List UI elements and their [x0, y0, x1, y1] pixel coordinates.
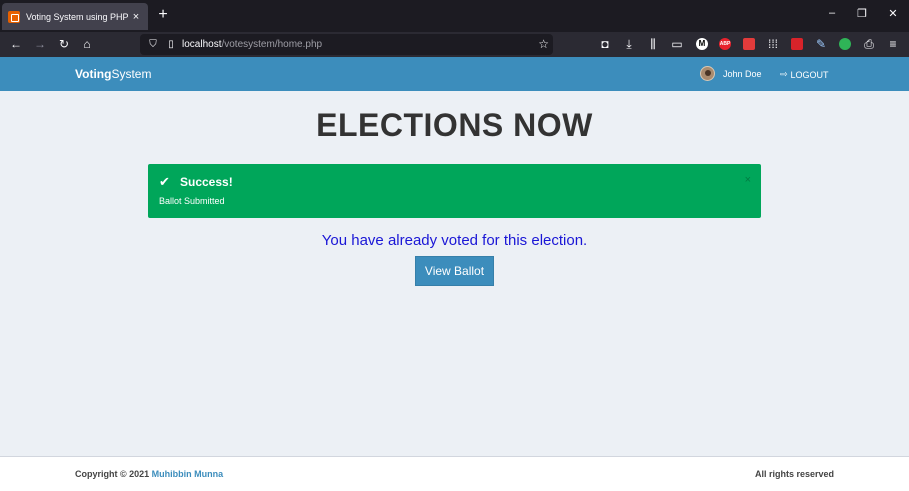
- forward-icon[interactable]: →: [33, 37, 47, 51]
- tab-title: Voting System using PHP: [26, 11, 129, 22]
- author-link[interactable]: Muhibbin Munna: [152, 469, 223, 479]
- url-bar[interactable]: ⛉ ▯ localhost/votesystem/home.php ☆: [140, 34, 553, 55]
- sidebar-icon[interactable]: ▭: [670, 37, 684, 51]
- url-path: /votesystem/home.php: [221, 39, 323, 50]
- close-window-button[interactable]: ✕: [883, 7, 903, 20]
- url-host: localhost: [182, 39, 222, 50]
- browser-tab[interactable]: Voting System using PHP ×: [2, 3, 148, 30]
- red-extension-icon[interactable]: [791, 38, 803, 50]
- check-icon: ✔: [159, 174, 170, 189]
- bookmark-star-icon[interactable]: ☆: [538, 37, 549, 51]
- browser-toolbar: ← → ↻ ⌂ ⛉ ▯ localhost/votesystem/home.ph…: [0, 32, 909, 57]
- m-extension-icon[interactable]: M: [696, 38, 708, 50]
- alert-message: Ballot Submitted: [159, 196, 225, 206]
- new-tab-button[interactable]: +: [154, 6, 172, 24]
- maximize-button[interactable]: ❐: [852, 7, 872, 20]
- downloads-icon[interactable]: ⤓: [622, 37, 636, 51]
- copyright-prefix: Copyright © 2021: [75, 469, 150, 479]
- grid-extension-icon[interactable]: ⁞⁞⁞: [766, 37, 780, 51]
- copyright: Copyright © 2021 Muhibbin Munna: [75, 469, 223, 479]
- footer: Copyright © 2021 Muhibbin Munna All righ…: [0, 456, 909, 491]
- logout-icon: ⇨: [780, 69, 788, 79]
- alert-close-button[interactable]: ×: [745, 174, 751, 186]
- menu-icon[interactable]: ≡: [886, 37, 900, 51]
- alert-title: Success!: [180, 175, 233, 189]
- printer-extension-icon[interactable]: ⎙: [862, 37, 876, 51]
- brand-rest: System: [111, 67, 152, 81]
- logout-button[interactable]: ⇨ LOGOUT: [780, 69, 829, 80]
- user-name: John Doe: [723, 68, 762, 79]
- minimize-button[interactable]: –: [822, 7, 842, 19]
- voted-message: You have already voted for this election…: [321, 232, 588, 249]
- rights-text: All rights reserved: [754, 469, 834, 479]
- page-icon: ▯: [168, 39, 174, 50]
- reload-icon[interactable]: ↻: [57, 37, 71, 51]
- brand-logo[interactable]: VotingSystem: [75, 67, 151, 81]
- pen-extension-icon[interactable]: ✎: [814, 37, 828, 51]
- logout-label: LOGOUT: [790, 69, 829, 80]
- favicon-icon: [8, 10, 20, 23]
- browser-tab-bar: Voting System using PHP × + – ❐ ✕: [0, 0, 909, 32]
- library-icon[interactable]: ⫼: [646, 37, 660, 51]
- tab-close-button[interactable]: ×: [130, 11, 142, 23]
- adblock-icon[interactable]: ABP: [719, 38, 731, 50]
- url-text[interactable]: localhost/votesystem/home.php: [182, 39, 322, 50]
- green-extension-icon[interactable]: [839, 38, 851, 50]
- back-icon[interactable]: ←: [9, 37, 23, 51]
- avatar: [700, 66, 715, 81]
- page-title: ELECTIONS NOW: [316, 107, 593, 143]
- app-header: VotingSystem John Doe ⇨ LOGOUT: [0, 57, 909, 91]
- home-icon[interactable]: ⌂: [80, 37, 94, 51]
- shield-icon[interactable]: ⛉: [146, 39, 160, 50]
- user-menu[interactable]: John Doe: [700, 66, 762, 81]
- brand-bold: Voting: [75, 67, 112, 81]
- view-ballot-button[interactable]: View Ballot: [415, 256, 494, 286]
- success-alert: ✔ Success! Ballot Submitted ×: [148, 164, 761, 218]
- pocket-icon[interactable]: ◘: [598, 37, 612, 51]
- camera-extension-icon[interactable]: [743, 38, 755, 50]
